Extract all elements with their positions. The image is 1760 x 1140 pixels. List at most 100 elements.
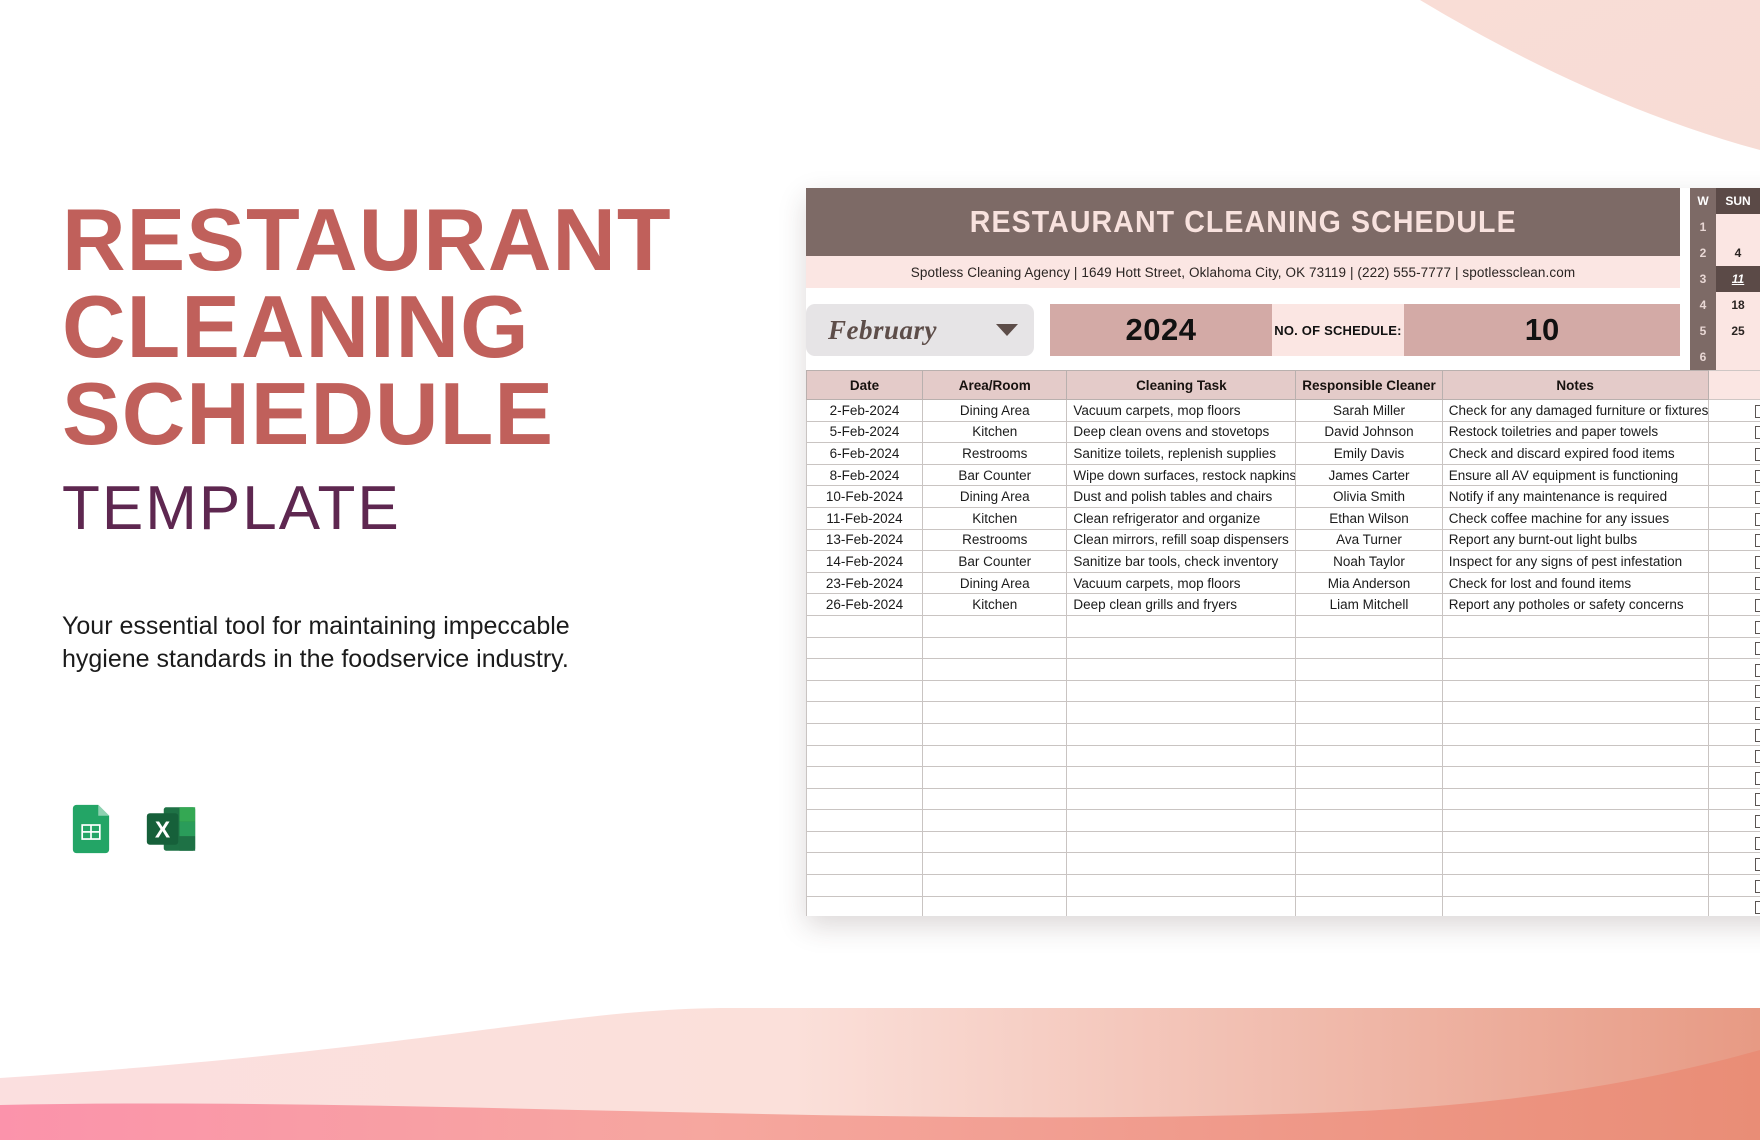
cell-date[interactable] (806, 766, 924, 789)
table-row[interactable] (806, 744, 1760, 768)
cell-done-checkbox[interactable] (1707, 874, 1760, 897)
cell-task[interactable] (1066, 830, 1297, 854)
cell-done-checkbox[interactable] (1707, 463, 1760, 487)
cell-cleaner[interactable]: Mia Anderson (1295, 571, 1443, 595)
cell-task[interactable] (1066, 895, 1297, 916)
column-header-notes[interactable]: Notes (1441, 370, 1709, 400)
cell-done-checkbox[interactable] (1707, 766, 1760, 789)
cell-date[interactable]: 23-Feb-2024 (806, 571, 924, 595)
cell-task[interactable]: Vacuum carpets, mop floors (1066, 399, 1297, 422)
cell-notes[interactable]: Ensure all AV equipment is functioning (1441, 463, 1709, 487)
column-header-area[interactable]: Area/Room (922, 370, 1068, 400)
cell-cleaner[interactable] (1295, 874, 1443, 897)
cell-area[interactable] (922, 852, 1068, 876)
cell-cleaner[interactable] (1295, 722, 1443, 746)
cell-notes[interactable]: Notify if any maintenance is required (1441, 485, 1709, 508)
year-field[interactable]: 2024 (1050, 304, 1272, 356)
checkbox-icon[interactable] (1755, 447, 1760, 461)
cell-notes[interactable] (1441, 852, 1709, 876)
checkbox-icon[interactable] (1755, 858, 1760, 872)
google-sheets-icon[interactable] (62, 800, 120, 858)
cell-done-checkbox[interactable] (1707, 550, 1760, 573)
cell-notes[interactable] (1441, 679, 1709, 703)
cell-done-checkbox[interactable] (1707, 809, 1760, 832)
column-header-task[interactable]: Cleaning Task (1066, 370, 1297, 400)
cell-done-checkbox[interactable] (1707, 636, 1760, 660)
cell-area[interactable]: Restrooms (922, 528, 1068, 552)
cell-date[interactable] (806, 787, 924, 811)
cell-area[interactable] (922, 658, 1068, 681)
cell-area[interactable] (922, 809, 1068, 832)
table-row[interactable] (806, 679, 1760, 703)
cell-area[interactable]: Kitchen (922, 506, 1068, 530)
checkbox-icon[interactable] (1755, 707, 1760, 721)
schedule-count-field[interactable]: 10 (1404, 304, 1680, 356)
cell-date[interactable] (806, 636, 924, 660)
cell-done-checkbox[interactable] (1707, 744, 1760, 768)
checkbox-icon[interactable] (1755, 642, 1760, 656)
cell-area[interactable]: Kitchen (922, 593, 1068, 616)
checkbox-icon[interactable] (1755, 404, 1760, 418)
cell-cleaner[interactable] (1295, 766, 1443, 789)
cell-task[interactable]: Sanitize toilets, replenish supplies (1066, 442, 1297, 465)
cell-task[interactable] (1066, 701, 1297, 724)
cell-date[interactable] (806, 830, 924, 854)
cell-cleaner[interactable] (1295, 658, 1443, 681)
cell-cleaner[interactable] (1295, 679, 1443, 703)
table-row[interactable] (806, 722, 1760, 746)
cell-done-checkbox[interactable] (1707, 485, 1760, 508)
checkbox-icon[interactable] (1755, 836, 1760, 850)
cell-date[interactable]: 5-Feb-2024 (806, 420, 924, 444)
cell-done-checkbox[interactable] (1707, 852, 1760, 876)
cell-notes[interactable] (1441, 614, 1709, 638)
cell-notes[interactable] (1441, 658, 1709, 681)
checkbox-icon[interactable] (1755, 599, 1760, 613)
cell-done-checkbox[interactable] (1707, 701, 1760, 724)
cell-task[interactable]: Deep clean ovens and stovetops (1066, 420, 1297, 444)
table-row[interactable]: 14-Feb-2024 Bar Counter Sanitize bar tools… (806, 550, 1760, 573)
cell-cleaner[interactable]: Emily Davis (1295, 442, 1443, 465)
cell-area[interactable]: Bar Counter (922, 463, 1068, 487)
cell-notes[interactable] (1441, 701, 1709, 724)
checkbox-icon[interactable] (1755, 512, 1760, 526)
cell-cleaner[interactable]: David Johnson (1295, 420, 1443, 444)
cell-done-checkbox[interactable] (1707, 614, 1760, 638)
cell-cleaner[interactable]: Liam Mitchell (1295, 593, 1443, 616)
cell-notes[interactable] (1441, 787, 1709, 811)
cell-date[interactable] (806, 895, 924, 916)
checkbox-icon[interactable] (1755, 620, 1760, 634)
cell-area[interactable]: Dining Area (922, 571, 1068, 595)
cell-notes[interactable] (1441, 766, 1709, 789)
checkbox-icon[interactable] (1755, 728, 1760, 742)
cell-date[interactable] (806, 701, 924, 724)
table-row[interactable] (806, 701, 1760, 724)
table-row[interactable] (806, 874, 1760, 897)
table-row[interactable] (806, 830, 1760, 854)
cell-notes[interactable] (1441, 744, 1709, 768)
cell-date[interactable] (806, 658, 924, 681)
table-row[interactable]: 5-Feb-2024 Kitchen Deep clean ovens and st… (806, 420, 1760, 444)
cell-date[interactable]: 11-Feb-2024 (806, 506, 924, 530)
column-header-cleaner[interactable]: Responsible Cleaner (1295, 370, 1443, 400)
cell-date[interactable] (806, 722, 924, 746)
table-row[interactable] (806, 787, 1760, 811)
cell-task[interactable] (1066, 874, 1297, 897)
calendar-sunday-5[interactable]: 25 (1716, 318, 1760, 344)
cell-task[interactable] (1066, 614, 1297, 638)
cell-notes[interactable]: Inspect for any signs of pest infestatio… (1441, 550, 1709, 573)
table-row[interactable]: 13-Feb-2024 Restrooms Clean mirrors, refil… (806, 528, 1760, 552)
table-row[interactable]: 8-Feb-2024 Bar Counter Wipe down surfaces,… (806, 463, 1760, 487)
cell-done-checkbox[interactable] (1707, 679, 1760, 703)
table-row[interactable] (806, 766, 1760, 789)
cell-area[interactable] (922, 701, 1068, 724)
table-row[interactable]: 11-Feb-2024 Kitchen Clean refrigerator and… (806, 506, 1760, 530)
checkbox-icon[interactable] (1755, 491, 1760, 505)
checkbox-icon[interactable] (1755, 771, 1760, 785)
cell-done-checkbox[interactable] (1707, 895, 1760, 916)
cell-notes[interactable]: Check coffee machine for any issues (1441, 506, 1709, 530)
checkbox-icon[interactable] (1755, 663, 1760, 677)
cell-area[interactable] (922, 830, 1068, 854)
cell-cleaner[interactable] (1295, 636, 1443, 660)
cell-task[interactable]: Sanitize bar tools, check inventory (1066, 550, 1297, 573)
microsoft-excel-icon[interactable]: X (142, 800, 200, 858)
